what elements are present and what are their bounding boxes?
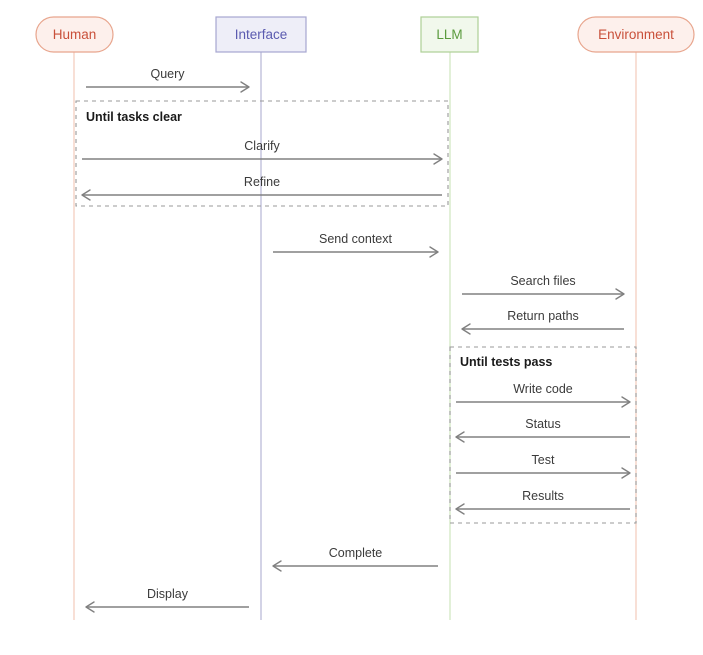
message-label: Results bbox=[522, 489, 564, 503]
message-m6: Return paths bbox=[461, 309, 624, 335]
message-m5: Search files bbox=[462, 274, 625, 300]
message-m2: Clarify bbox=[82, 139, 443, 165]
message-label: Complete bbox=[329, 546, 383, 560]
message-m1: Query bbox=[86, 67, 250, 93]
participant-label: Interface bbox=[235, 27, 288, 42]
message-label: Search files bbox=[510, 274, 575, 288]
message-m4: Send context bbox=[273, 232, 439, 258]
message-label: Send context bbox=[319, 232, 392, 246]
message-m7: Write code bbox=[456, 382, 631, 408]
participant-llm[interactable]: LLM bbox=[420, 16, 479, 53]
messages-layer: Query Clarify Refine Send context Search fil… bbox=[81, 67, 631, 613]
participant-environment[interactable]: Environment bbox=[577, 16, 695, 53]
message-m8: Status bbox=[455, 417, 630, 443]
message-m12: Display bbox=[85, 587, 249, 613]
lifelines-layer bbox=[73, 52, 637, 620]
sequence-diagram-svg: Until tasks clear Until tests pass Query C… bbox=[35, 16, 695, 620]
message-m10: Results bbox=[455, 489, 630, 515]
message-label: Return paths bbox=[507, 309, 579, 323]
message-m9: Test bbox=[456, 453, 631, 479]
participant-human[interactable]: Human bbox=[35, 16, 114, 53]
sequence-diagram-canvas: Until tasks clear Until tests pass Query C… bbox=[0, 0, 703, 655]
message-label: Query bbox=[150, 67, 185, 81]
message-label: Display bbox=[147, 587, 189, 601]
loop-fragment-loop1: Until tasks clear bbox=[75, 100, 449, 207]
participant-interface[interactable]: Interface bbox=[215, 16, 307, 53]
message-m3: Refine bbox=[81, 175, 442, 201]
participant-label: Environment bbox=[598, 27, 674, 42]
participants-layer: Human Interface LLM Environment bbox=[35, 16, 695, 53]
message-label: Status bbox=[525, 417, 560, 431]
message-m11: Complete bbox=[272, 546, 438, 572]
message-label: Test bbox=[532, 453, 555, 467]
message-label: Refine bbox=[244, 175, 280, 189]
participant-label: LLM bbox=[436, 27, 462, 42]
message-label: Clarify bbox=[244, 139, 280, 153]
participant-label: Human bbox=[53, 27, 97, 42]
message-label: Write code bbox=[513, 382, 573, 396]
loop-label: Until tasks clear bbox=[86, 110, 182, 124]
loop-label: Until tests pass bbox=[460, 355, 552, 369]
